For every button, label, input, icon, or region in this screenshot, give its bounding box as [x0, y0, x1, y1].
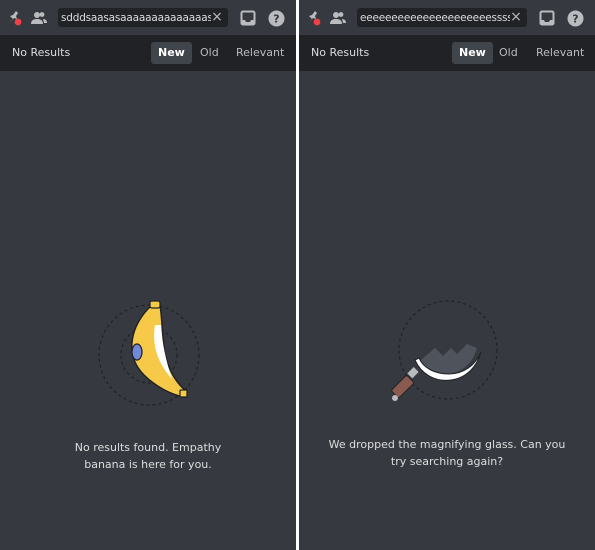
search-results-panel-right: × ? No Results New Old Relevant We dropp… — [299, 0, 595, 550]
banana-bruise — [131, 343, 143, 361]
empty-state-line-2: try searching again? — [390, 455, 504, 468]
empty-state-line-1: No results found. Empathy — [74, 441, 222, 454]
dropped-magnifying-glass-illustration — [391, 300, 498, 401]
banana-stem — [149, 300, 161, 309]
svg-text:?: ? — [273, 12, 279, 25]
dashed-ring — [398, 300, 498, 400]
empty-state-line-2: banana is here for you. — [84, 458, 212, 471]
help-icon[interactable]: ? — [266, 8, 286, 28]
banana-tip — [179, 389, 188, 398]
pinned-messages-icon[interactable] — [303, 8, 323, 28]
sort-new-tab[interactable]: New — [151, 42, 192, 64]
svg-text:?: ? — [572, 12, 578, 25]
empathy-banana-illustration — [98, 300, 200, 406]
empty-state-line-1: We dropped the magnifying glass. Can you — [328, 438, 566, 451]
sort-relevant-tab[interactable]: Relevant — [229, 42, 291, 64]
search-box[interactable]: × — [58, 8, 228, 27]
toolbar: × ? — [299, 0, 595, 35]
search-input[interactable] — [58, 8, 211, 27]
toolbar: × ? — [0, 0, 296, 35]
magnifying-glass-handle-icon — [391, 375, 414, 398]
inbox-icon[interactable] — [238, 8, 258, 28]
member-list-icon[interactable] — [29, 8, 49, 28]
sort-relevant-tab[interactable]: Relevant — [529, 42, 591, 64]
member-list-icon[interactable] — [328, 8, 348, 28]
clear-search-icon[interactable]: × — [210, 10, 224, 24]
help-icon[interactable]: ? — [565, 8, 585, 28]
sort-new-tab[interactable]: New — [452, 42, 493, 64]
pinned-messages-icon[interactable] — [4, 8, 24, 28]
search-input[interactable] — [357, 8, 510, 27]
sort-old-tab[interactable]: Old — [492, 42, 525, 64]
handle-cap — [392, 395, 398, 401]
handle-neck — [407, 367, 419, 379]
inbox-icon[interactable] — [537, 8, 557, 28]
results-title: No Results — [12, 46, 71, 59]
empty-state-message: We dropped the magnifying glass. Can you… — [299, 436, 595, 470]
sort-old-tab[interactable]: Old — [193, 42, 226, 64]
results-title: No Results — [311, 46, 370, 59]
clear-search-icon[interactable]: × — [509, 10, 523, 24]
search-box[interactable]: × — [357, 8, 527, 27]
search-results-panel-left: × ? No Results New Old Relevant No resul… — [0, 0, 296, 550]
empty-state-message: No results found. Empathy banana is here… — [0, 439, 296, 473]
results-header: No Results New Old Relevant — [299, 35, 595, 71]
results-header: No Results New Old Relevant — [0, 35, 296, 71]
